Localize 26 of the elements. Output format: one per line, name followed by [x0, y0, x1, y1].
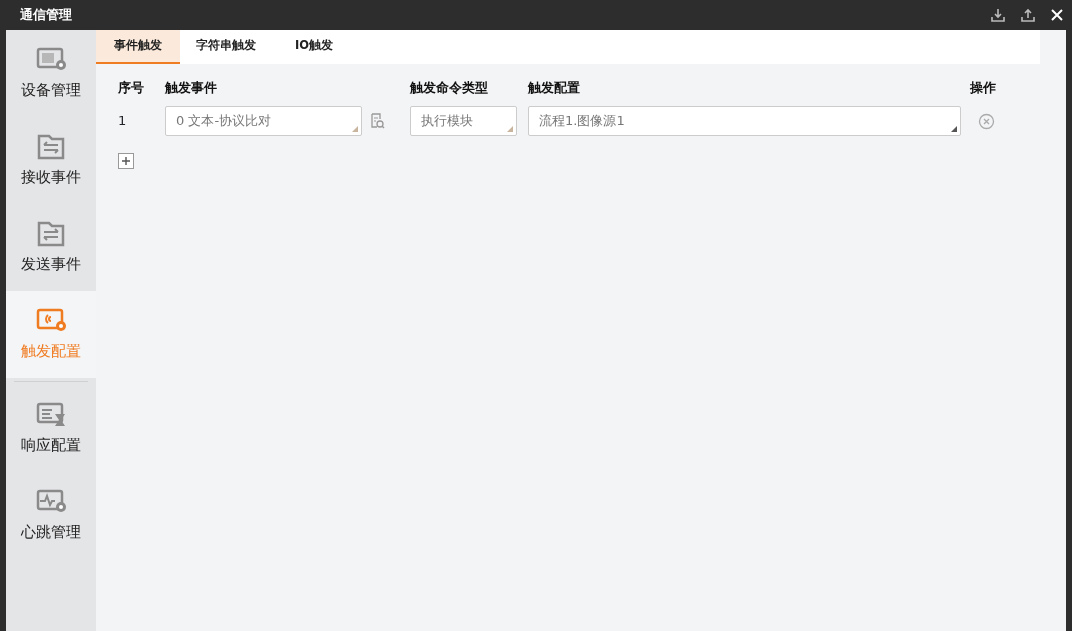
sidebar-item[interactable]: 响应配置	[6, 385, 96, 472]
tab[interactable]: 事件触发	[96, 30, 180, 64]
sidebar-item[interactable]: 设备管理	[6, 30, 96, 117]
column-header: 触发命令类型	[410, 79, 489, 97]
config-field[interactable]: 流程1.图像源1	[528, 105, 961, 136]
sidebar-item[interactable]: 接收事件	[6, 117, 96, 204]
tab[interactable]: 字符串触发	[180, 30, 272, 64]
sidebar-item[interactable]: 心跳管理	[6, 472, 96, 559]
add-icon[interactable]	[118, 152, 134, 169]
column-header: 序号	[118, 79, 145, 97]
column-header: 操作	[970, 79, 997, 97]
column-header: 触发事件	[165, 79, 218, 97]
tab[interactable]: IO触发	[272, 30, 356, 64]
list-hourglass-icon	[35, 400, 67, 429]
close-icon[interactable]	[1050, 8, 1064, 22]
search-icon[interactable]	[368, 112, 385, 129]
event-field[interactable]: 0 文本-协议比对	[165, 105, 362, 136]
column-header: 触发配置	[528, 79, 581, 97]
download-icon[interactable]	[990, 7, 1006, 23]
command-type-field[interactable]: 执行模块	[410, 105, 517, 136]
upload-icon[interactable]	[1020, 7, 1036, 23]
row-number: 1	[118, 112, 127, 128]
folder-arrows-icon	[35, 132, 67, 161]
folder-arrows-icon	[35, 219, 67, 248]
sidebar-item[interactable]: 发送事件	[6, 204, 96, 291]
window-title: 通信管理	[20, 6, 72, 25]
